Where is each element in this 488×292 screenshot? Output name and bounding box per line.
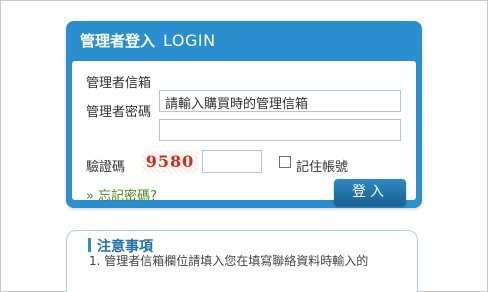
login-form: 管理者信箱 請輸入購買時的管理信箱 管理者密碼 驗證碼 9580 記住帳號 » … xyxy=(72,61,416,206)
forgot-password-link[interactable]: » 忘記密碼? xyxy=(86,185,157,204)
login-title-en: LOGIN xyxy=(163,31,216,50)
password-label: 管理者密碼 xyxy=(86,105,152,120)
notice-panel: 注意事項 1. 管理者信箱欄位請填入您在填寫聯絡資料時輸入的 xyxy=(66,230,418,292)
login-panel: 管理者登入 LOGIN 管理者信箱 請輸入購買時的管理信箱 管理者密碼 驗證碼 9… xyxy=(66,21,422,208)
page-frame: 管理者登入 LOGIN 管理者信箱 請輸入購買時的管理信箱 管理者密碼 驗證碼 9… xyxy=(0,0,488,292)
login-button[interactable]: 登入 xyxy=(334,179,406,206)
login-panel-header: 管理者登入 LOGIN xyxy=(66,21,422,57)
password-input[interactable] xyxy=(159,119,401,141)
remember-label[interactable]: 記住帳號 xyxy=(296,156,348,175)
captcha-label: 驗證碼 xyxy=(86,160,126,175)
email-input[interactable]: 請輸入購買時的管理信箱 xyxy=(159,90,401,112)
email-label: 管理者信箱 xyxy=(86,76,152,91)
notice-title-bar xyxy=(88,238,91,252)
notice-line: 1. 管理者信箱欄位請填入您在填寫聯絡資料時輸入的 xyxy=(89,254,369,268)
remember-checkbox[interactable] xyxy=(279,156,291,168)
captcha-image: 9580 xyxy=(142,151,198,173)
login-title: 管理者登入 xyxy=(80,32,156,50)
captcha-input[interactable] xyxy=(202,150,262,173)
